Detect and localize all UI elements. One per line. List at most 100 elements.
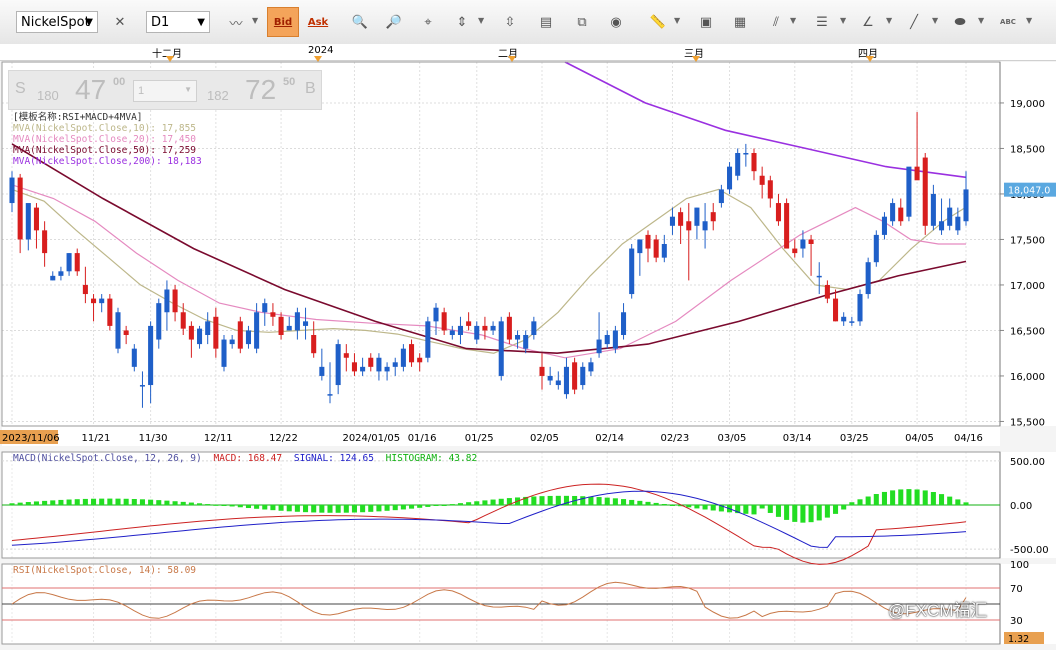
macd-histogram-bar — [857, 499, 863, 505]
candle-body — [433, 307, 439, 322]
candle-body — [490, 325, 496, 331]
candle-body — [213, 316, 219, 349]
candle-body — [457, 325, 463, 335]
legend-ma50: MVA(NickelSpot.Close,50): 17,259 — [13, 145, 197, 156]
candle-body — [523, 335, 529, 349]
candle-body — [278, 316, 284, 335]
macd-histogram-bar — [474, 501, 480, 505]
macd-histogram-bar — [596, 497, 602, 505]
macd-histogram-bar — [262, 505, 268, 510]
macd-histogram-bar — [580, 496, 586, 505]
macd-histogram-bar — [621, 499, 627, 505]
rsi-title: RSI(NickelSpot.Close, 14): 58.09 — [13, 565, 197, 576]
macd-histogram-bar — [482, 500, 488, 505]
candle-body — [58, 271, 64, 276]
macd-histogram-bar — [939, 494, 945, 505]
candle-body — [139, 385, 145, 387]
candle-body — [506, 316, 512, 340]
macd-histogram-bar — [759, 505, 765, 509]
sell-letter: S — [15, 80, 26, 97]
macd-histogram-bar — [417, 505, 423, 508]
candle-body — [303, 321, 309, 326]
lots-input[interactable]: 1 ▼ — [133, 80, 197, 102]
candle-body — [441, 312, 447, 331]
buy-letter: B — [305, 80, 316, 97]
macd-value: MACD: 168.47 — [213, 453, 283, 464]
macd-histogram-bar — [229, 505, 235, 507]
candle-body — [245, 330, 251, 345]
date-tick-label: 03/25 — [840, 433, 869, 444]
macd-histogram-bar — [278, 505, 284, 511]
macd-histogram-bar — [694, 505, 700, 509]
signal-value: SIGNAL: 124.65 — [293, 453, 374, 464]
candle-body — [384, 366, 390, 372]
date-tick-label: 01/25 — [465, 433, 494, 444]
macd-histogram-bar — [433, 505, 439, 506]
candle-body — [914, 166, 920, 181]
date-tick-label: 04/16 — [954, 433, 983, 444]
candle-body — [775, 203, 781, 222]
macd-histogram-bar — [58, 499, 64, 505]
macd-histogram-bar — [930, 492, 936, 505]
candle-body — [824, 284, 830, 299]
candle-body — [9, 177, 15, 204]
candle-body — [417, 357, 423, 363]
candle-body — [906, 166, 912, 217]
macd-histogram-bar — [156, 500, 162, 505]
macd-histogram-bar — [400, 505, 406, 510]
macd-histogram-bar — [547, 495, 553, 505]
macd-histogram-bar — [449, 504, 455, 506]
macd-tick-label: -500.00 — [1010, 545, 1049, 556]
candle-body — [311, 335, 317, 354]
candle-body — [563, 366, 569, 395]
macd-histogram-bar — [74, 499, 80, 505]
candle-body — [718, 189, 724, 204]
candle-body — [409, 344, 415, 363]
candle-body — [123, 330, 129, 335]
candle-body — [66, 253, 72, 272]
candle-body — [172, 289, 178, 313]
candle-body — [531, 321, 537, 335]
quote-panel[interactable]: S 180 47 00 1 ▼ 182 72 50 B — [8, 70, 322, 110]
macd-histogram-bar — [457, 503, 463, 505]
macd-histogram-bar — [710, 505, 716, 511]
price-tick-label: 18,500 — [1010, 144, 1045, 155]
macd-histogram-bar — [180, 501, 186, 505]
candle-body — [474, 325, 480, 340]
macd-histogram-bar — [955, 499, 961, 505]
candle-body — [873, 234, 879, 263]
macd-histogram-bar — [351, 505, 357, 513]
macd-histogram-bar — [490, 499, 496, 505]
macd-histogram-bar — [311, 505, 317, 513]
price-tick-label: 16,500 — [1010, 326, 1045, 337]
legend-ma20: MVA(NickelSpot.Close,20): 17,450 — [13, 134, 197, 145]
candle-body — [156, 303, 162, 340]
candle-body — [694, 207, 700, 226]
candle-body — [237, 321, 243, 349]
macd-histogram-bar — [99, 498, 105, 505]
macd-histogram-bar — [245, 505, 251, 509]
candle-body — [710, 212, 716, 222]
candle-body — [91, 298, 97, 304]
candle-body — [653, 239, 659, 258]
date-tick-label: 2024/01/05 — [342, 433, 400, 444]
date-highlight-label: 2023/11/06 — [2, 433, 60, 444]
macd-histogram-bar — [661, 503, 667, 505]
macd-tick-label: 0.00 — [1010, 501, 1032, 512]
candle-body — [99, 298, 105, 304]
date-tick-label: 02/05 — [530, 433, 559, 444]
macd-histogram-bar — [555, 495, 561, 505]
macd-histogram-bar — [849, 502, 855, 505]
buy-prefix: 182 — [207, 88, 229, 103]
macd-histogram-bar — [767, 505, 773, 513]
candle-body — [833, 298, 839, 322]
macd-histogram-bar — [335, 505, 341, 513]
candle-body — [180, 312, 186, 329]
macd-histogram-bar — [686, 505, 692, 508]
macd-histogram-bar — [604, 497, 610, 505]
macd-histogram-bar — [188, 502, 194, 505]
candle-body — [808, 239, 814, 244]
macd-histogram-bar — [531, 496, 537, 505]
macd-histogram-bar — [270, 505, 276, 511]
macd-histogram-bar — [816, 505, 822, 521]
